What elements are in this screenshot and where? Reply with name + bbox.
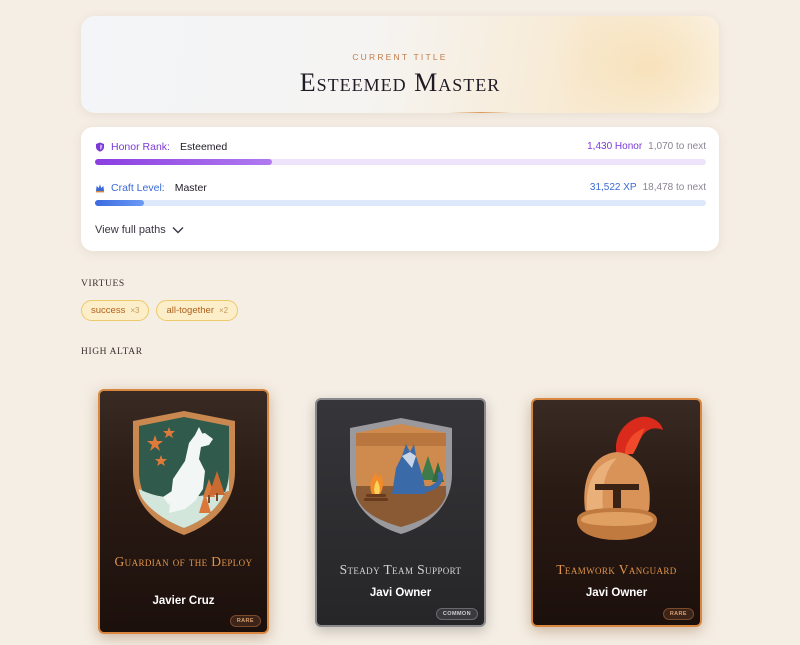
- craft-to-next: 18,478 to next: [642, 182, 706, 193]
- badge-name: Steady Team Support: [339, 562, 462, 577]
- badge-card[interactable]: Teamwork Vanguard Javi Owner RARE: [531, 398, 702, 627]
- view-full-paths-label: View full paths: [95, 224, 166, 236]
- craft-amount: 31,522 XP: [589, 182, 637, 193]
- howling-wolf-shield-icon: [132, 411, 235, 535]
- virtue-chips: success ×3 all-together ×2: [81, 300, 239, 321]
- title-glow: [551, 16, 719, 113]
- virtue-chip-count: ×3: [130, 306, 140, 315]
- shield-icon: [96, 142, 104, 152]
- crown-icon: [96, 184, 104, 193]
- virtues-heading: VIRTUES: [81, 279, 125, 289]
- title-eyebrow: CURRENT TITLE: [352, 52, 448, 62]
- badge-owner: Javier Cruz: [152, 595, 215, 607]
- spartan-helmet-icon: [576, 416, 663, 540]
- virtue-chip-label: all-together: [166, 305, 214, 316]
- honor-progress-bar: [95, 159, 706, 165]
- craft-level-label: Craft Level:: [111, 182, 165, 194]
- badge-card[interactable]: Guardian of the Deploy Javier Cruz RARE: [98, 389, 269, 634]
- virtue-chip-label: success: [91, 305, 126, 316]
- progress-card: Honor Rank: Esteemed 1,430 Honor 1,070 to…: [81, 127, 719, 251]
- title-divider: [449, 112, 513, 113]
- current-title: Esteemed Master: [299, 68, 501, 97]
- badge-name: Guardian of the Deploy: [114, 554, 253, 569]
- virtue-chip-count: ×2: [218, 306, 229, 315]
- honor-rank-row: Honor Rank: Esteemed 1,430 Honor 1,070 to…: [95, 141, 706, 153]
- wolf-campfire-shield-icon: [349, 418, 452, 534]
- high-altar-heading: HIGH ALTAR: [81, 347, 143, 357]
- honor-amount: 1,430 Honor: [587, 141, 643, 152]
- chevron-down-icon: [172, 227, 184, 234]
- honor-to-next: 1,070 to next: [648, 141, 706, 152]
- honor-rank-label: Honor Rank:: [111, 141, 170, 153]
- badge-owner: Javi Owner: [585, 587, 648, 599]
- rarity-badge: RARE: [229, 615, 261, 627]
- craft-level-value: Master: [174, 182, 207, 194]
- badge-name: Teamwork Vanguard: [556, 562, 677, 577]
- rarity-badge: COMMON: [435, 608, 478, 620]
- badge-card[interactable]: Steady Team Support Javi Owner COMMON: [315, 398, 486, 627]
- honor-rank-value: Esteemed: [179, 141, 228, 153]
- badge-owner: Javi Owner: [369, 587, 432, 599]
- virtue-chip[interactable]: success ×3: [81, 300, 150, 321]
- honor-progress-fill: [95, 159, 273, 165]
- craft-level-row: Craft Level: Master 31,522 XP 18,478 to n…: [95, 182, 706, 194]
- craft-progress-fill: [95, 200, 144, 206]
- rarity-badge: RARE: [662, 608, 694, 620]
- craft-progress-bar: [95, 200, 706, 206]
- virtue-chip[interactable]: all-together ×2: [156, 300, 239, 321]
- current-title-card: CURRENT TITLE Esteemed Master: [81, 16, 719, 113]
- view-full-paths-button[interactable]: View full paths: [95, 224, 184, 236]
